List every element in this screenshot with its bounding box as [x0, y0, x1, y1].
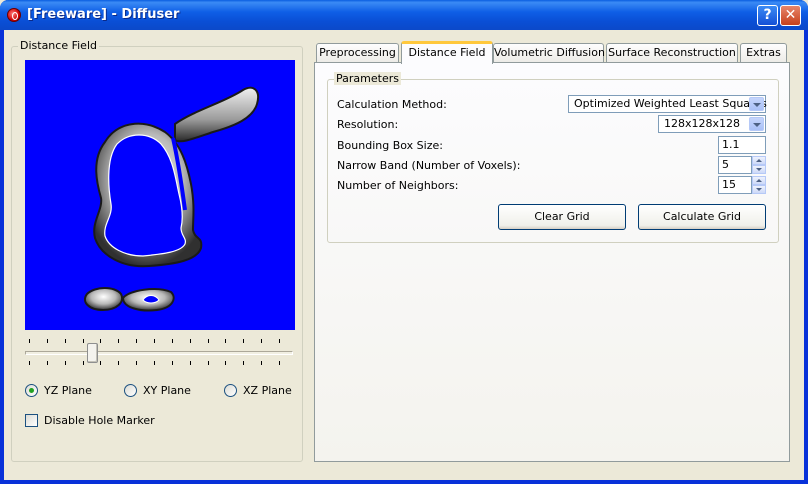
xz-plane-radio-button[interactable] [224, 384, 237, 397]
slider-tick [190, 339, 191, 343]
resolution-value: 128x128x128 [664, 117, 741, 130]
calculation-method-label: Calculation Method: [337, 98, 447, 111]
parameters-group: Parameters Calculation Method: Optimized… [327, 72, 779, 243]
bounding-box-label: Bounding Box Size: [337, 139, 443, 152]
distance-field-preview[interactable] [25, 60, 295, 330]
slider-tick [118, 339, 119, 343]
chevron-down-icon[interactable] [749, 117, 764, 131]
slider-tick [261, 339, 262, 343]
slider-tick [172, 361, 173, 365]
slider-tick [225, 339, 226, 343]
tab-distance-field[interactable]: Distance Field [401, 41, 493, 64]
close-button[interactable]: ✕ [780, 5, 801, 26]
narrow-band-label: Narrow Band (Number of Voxels): [337, 159, 521, 172]
distance-field-tab-panel: Parameters Calculation Method: Optimized… [314, 62, 790, 462]
yz-plane-radio[interactable]: YZ Plane [25, 384, 92, 397]
title-bar[interactable]: [Freeware] - Diffuser ? ✕ [0, 0, 808, 30]
slider-tick [29, 361, 30, 365]
tab-volumetric-diffusion[interactable]: Volumetric Diffusion [493, 43, 605, 63]
slider-tick [208, 361, 209, 365]
slider-tick [172, 339, 173, 343]
bounding-box-input[interactable]: 1.1 [718, 136, 766, 154]
slider-tick [225, 361, 226, 365]
slider-tick [190, 361, 191, 365]
slider-tick [136, 361, 137, 365]
window-title: [Freeware] - Diffuser [27, 7, 180, 22]
slider-tick [29, 339, 30, 343]
spin-up-icon[interactable] [752, 176, 766, 185]
slider-tick [47, 339, 48, 343]
calculation-method-value: Optimized Weighted Least Squares [574, 97, 767, 110]
tab-extras[interactable]: Extras [740, 43, 787, 63]
slider-tick [154, 339, 155, 343]
slider-tick [100, 361, 101, 365]
xz-plane-label: XZ Plane [243, 384, 292, 397]
slider-tick [154, 361, 155, 365]
xz-plane-radio[interactable]: XZ Plane [224, 384, 292, 397]
distance-field-group: Distance Field YZ Plane XY Plane XZ Plan… [11, 39, 303, 462]
yz-plane-radio-button[interactable] [25, 384, 38, 397]
slider-tick [279, 339, 280, 343]
tab-preprocessing[interactable]: Preprocessing [316, 43, 399, 63]
neighbors-label: Number of Neighbors: [337, 179, 459, 192]
calculate-grid-button[interactable]: Calculate Grid [638, 204, 766, 230]
slider-tick [65, 339, 66, 343]
app-icon [7, 8, 21, 22]
spin-down-icon[interactable] [752, 165, 766, 174]
xy-plane-radio[interactable]: XY Plane [124, 384, 191, 397]
parameters-group-title: Parameters [334, 72, 401, 85]
slider-tick [100, 339, 101, 343]
slider-tick [83, 339, 84, 343]
narrow-band-spinner[interactable] [752, 156, 766, 174]
resolution-label: Resolution: [337, 118, 399, 131]
calculation-method-select[interactable]: Optimized Weighted Least Squares [568, 95, 767, 113]
yz-plane-label: YZ Plane [44, 384, 92, 397]
plane-slider-track[interactable] [25, 351, 293, 355]
distance-field-image [84, 86, 259, 312]
slider-ticks-top [29, 339, 291, 344]
slider-tick [47, 361, 48, 365]
neighbors-spinner[interactable] [752, 176, 766, 194]
chevron-down-icon[interactable] [749, 97, 764, 111]
slider-tick [243, 339, 244, 343]
spin-down-icon[interactable] [752, 185, 766, 194]
slider-tick [261, 361, 262, 365]
disable-hole-marker-checkbox[interactable]: Disable Hole Marker [25, 414, 155, 427]
distance-field-group-title: Distance Field [18, 39, 99, 52]
disable-hole-marker-box[interactable] [25, 414, 38, 427]
slider-tick [65, 361, 66, 365]
plane-slider-thumb[interactable] [87, 343, 98, 363]
disable-hole-marker-label: Disable Hole Marker [44, 414, 155, 427]
tab-surface-reconstruction[interactable]: Surface Reconstruction [606, 43, 738, 63]
xy-plane-label: XY Plane [143, 384, 191, 397]
clear-grid-button[interactable]: Clear Grid [498, 204, 626, 230]
slider-tick [118, 361, 119, 365]
xy-plane-radio-button[interactable] [124, 384, 137, 397]
slider-tick [243, 361, 244, 365]
slider-tick [279, 361, 280, 365]
slider-ticks-bottom [29, 361, 291, 366]
spin-up-icon[interactable] [752, 156, 766, 165]
neighbors-input[interactable]: 15 [718, 176, 752, 194]
slider-tick [208, 339, 209, 343]
resolution-select[interactable]: 128x128x128 [658, 115, 766, 133]
slider-tick [83, 361, 84, 365]
help-button[interactable]: ? [757, 5, 778, 26]
narrow-band-input[interactable]: 5 [718, 156, 752, 174]
slider-tick [136, 339, 137, 343]
